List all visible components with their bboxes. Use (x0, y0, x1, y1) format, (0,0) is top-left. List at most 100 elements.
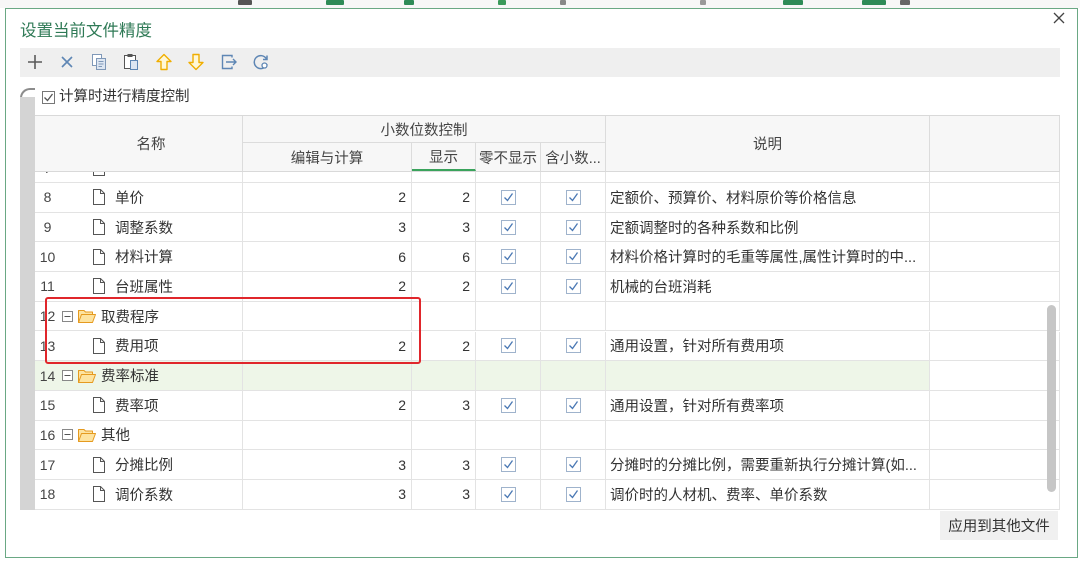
refresh-settings-icon[interactable] (249, 50, 273, 74)
item-label: 调价系数 (115, 487, 173, 504)
display-decimals-cell[interactable]: 2 (412, 183, 476, 212)
group-row[interactable]: 14 费率标准 (35, 361, 1060, 391)
name-cell: 费率项 (60, 390, 243, 420)
empty-cell (930, 272, 1060, 301)
edit-calc-decimals-cell[interactable]: 6 (243, 242, 412, 272)
row-number: 8 (43, 189, 52, 206)
edit-calc-decimals-cell (243, 301, 412, 331)
name-cell (60, 172, 243, 182)
include-decimal-checkbox[interactable] (565, 249, 581, 265)
collapse-toggle-icon[interactable] (62, 310, 73, 322)
header-display[interactable]: 显示 (412, 143, 476, 171)
close-icon[interactable] (1049, 8, 1069, 28)
edit-calc-decimals-cell[interactable]: 2 (243, 272, 412, 301)
include-decimal-checkbox[interactable] (565, 189, 581, 205)
collapse-toggle-icon[interactable] (62, 370, 73, 382)
row-number: 12 (39, 308, 56, 325)
precision-control-checkbox[interactable] (42, 90, 55, 104)
include-decimal-checkbox[interactable] (565, 397, 581, 413)
edit-calc-decimals-cell[interactable]: 3 (243, 212, 412, 242)
include-decimal-checkbox[interactable] (565, 278, 581, 294)
include-decimal-cell (541, 450, 606, 479)
hide-zero-cell (476, 183, 541, 212)
folder-open-icon (78, 428, 96, 442)
hide-zero-checkbox[interactable] (500, 278, 516, 294)
display-decimals-cell[interactable]: 2 (412, 331, 476, 361)
hide-zero-cell (476, 420, 541, 450)
edit-calc-decimals-cell[interactable]: 3 (243, 480, 412, 509)
table-row[interactable]: 11 台班属性 2 2 机械的台班消耗 (35, 272, 1060, 302)
apply-to-other-files-button[interactable]: 应用到其他文件 (940, 511, 1058, 540)
row-number: 15 (39, 397, 56, 414)
hide-zero-checkbox[interactable] (500, 338, 516, 354)
hide-zero-cell (476, 331, 541, 361)
description-cell (606, 172, 930, 182)
name-cell: 费用项 (60, 331, 243, 361)
display-decimals-cell[interactable]: 3 (412, 480, 476, 509)
hide-zero-checkbox[interactable] (500, 219, 516, 235)
hide-zero-checkbox[interactable] (500, 486, 516, 502)
table-row[interactable]: 8 单价 2 2 定额价、预算价、材料原价等价格信息 (35, 183, 1060, 213)
header-hide-zero[interactable]: 零不显示 (476, 143, 541, 171)
name-cell: 调整系数 (60, 212, 243, 242)
hide-zero-checkbox[interactable] (500, 249, 516, 265)
include-decimal-checkbox[interactable] (565, 457, 581, 473)
hide-zero-cell (476, 301, 541, 331)
table-row[interactable]: 7 (35, 172, 1060, 183)
name-cell: 费率标准 (60, 361, 243, 390)
table-row[interactable]: 18 调价系数 3 3 调价时的人材机、费率、单价系数 (35, 480, 1060, 510)
copy-icon[interactable] (87, 50, 111, 74)
empty-cell (930, 390, 1060, 420)
hide-zero-checkbox[interactable] (500, 189, 516, 205)
group-row[interactable]: 16 其他 (35, 420, 1060, 451)
table-row[interactable]: 13 费用项 2 2 通用设置，针对所有费用项 (35, 331, 1060, 362)
include-decimal-checkbox[interactable] (565, 486, 581, 502)
header-include-decimal[interactable]: 含小数... (541, 143, 606, 171)
hide-zero-checkbox[interactable] (500, 457, 516, 473)
edit-calc-decimals-cell[interactable]: 2 (243, 390, 412, 420)
edit-calc-decimals-cell[interactable]: 2 (243, 183, 412, 212)
header-description[interactable]: 说明 (606, 116, 930, 171)
display-decimals-cell[interactable]: 2 (412, 272, 476, 301)
empty-cell (930, 480, 1060, 509)
move-down-icon[interactable] (184, 50, 208, 74)
description-cell: 材料价格计算时的毛重等属性,属性计算时的中... (606, 242, 930, 272)
table-row[interactable]: 10 材料计算 6 6 材料价格计算时的毛重等属性,属性计算时的中... (35, 242, 1060, 273)
include-decimal-checkbox[interactable] (565, 338, 581, 354)
description-cell: 分摊时的分摊比例，需要重新执行分摊计算(如... (606, 450, 930, 479)
empty-cell (930, 420, 1060, 450)
vertical-scrollbar-thumb[interactable] (1047, 305, 1056, 492)
name-cell: 台班属性 (60, 272, 243, 301)
group-row[interactable]: 12 取费程序 (35, 301, 1060, 332)
table-row[interactable]: 17 分摊比例 3 3 分摊时的分摊比例，需要重新执行分摊计算(如... (35, 450, 1060, 480)
header-edit-calc[interactable]: 编辑与计算 (243, 143, 412, 171)
include-decimal-cell (541, 212, 606, 242)
row-number: 11 (40, 278, 55, 295)
empty-cell (930, 183, 1060, 212)
header-name[interactable]: 名称 (60, 116, 243, 171)
description-cell: 定额价、预算价、材料原价等价格信息 (606, 183, 930, 212)
move-up-icon[interactable] (152, 50, 176, 74)
plus-icon[interactable] (23, 50, 47, 74)
description-cell (606, 361, 930, 390)
display-decimals-cell[interactable]: 3 (412, 450, 476, 479)
display-decimals-cell[interactable]: 6 (412, 242, 476, 272)
precision-control-label[interactable]: 计算时进行精度控制 (59, 87, 190, 107)
delete-icon[interactable] (55, 50, 79, 74)
hide-zero-checkbox[interactable] (500, 397, 516, 413)
display-decimals-cell[interactable]: 3 (412, 212, 476, 242)
document-icon (92, 486, 105, 503)
collapse-toggle-icon[interactable] (62, 429, 73, 441)
display-decimals-cell[interactable]: 3 (412, 390, 476, 420)
table-row[interactable]: 15 费率项 2 3 通用设置，针对所有费率项 (35, 390, 1060, 421)
document-icon (92, 248, 105, 265)
edit-calc-decimals-cell[interactable]: 2 (243, 331, 412, 361)
paste-icon[interactable] (119, 50, 143, 74)
include-decimal-checkbox[interactable] (565, 219, 581, 235)
header-decimal-group: 小数位数控制 (243, 116, 606, 143)
export-icon[interactable] (217, 50, 241, 74)
edit-calc-decimals-cell[interactable]: 3 (243, 450, 412, 479)
include-decimal-cell (541, 480, 606, 509)
table-row[interactable]: 9 调整系数 3 3 定额调整时的各种系数和比例 (35, 212, 1060, 243)
group-label: 取费程序 (101, 309, 159, 326)
